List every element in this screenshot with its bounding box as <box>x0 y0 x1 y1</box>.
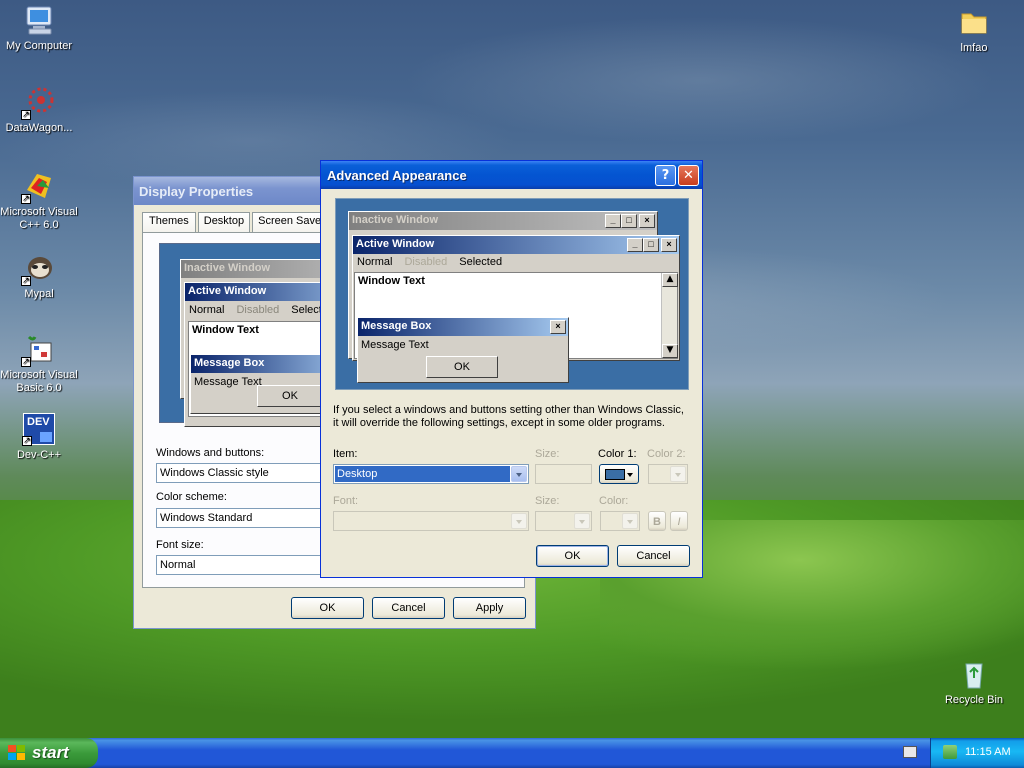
shortcut-arrow-icon <box>21 355 31 368</box>
desktop-icon-recycle-bin[interactable]: Recycle Bin <box>934 658 1014 707</box>
close-button[interactable]: ✕ <box>678 165 699 186</box>
scroll-down-icon: ▼ <box>662 344 678 358</box>
font-color-picker[interactable] <box>600 511 640 531</box>
color2-label: Color 2: <box>647 448 686 460</box>
datawagon-icon <box>21 86 55 121</box>
shortcut-arrow-icon <box>21 274 31 287</box>
tab-desktop[interactable]: Desktop <box>197 212 251 232</box>
preview-scrollbar: ▲ ▼ <box>661 273 678 358</box>
italic-button[interactable]: I <box>670 511 688 531</box>
windows-buttons-label: Windows and buttons: <box>156 447 265 459</box>
advanced-appearance-window: Advanced Appearance ? ✕ Inactive Window … <box>320 160 703 578</box>
desktop-icon-mypal[interactable]: Mypal <box>0 252 79 301</box>
minimize-icon: _ <box>627 238 643 252</box>
scroll-up-icon: ▲ <box>662 273 678 287</box>
font-select[interactable] <box>333 511 529 531</box>
help-button[interactable]: ? <box>655 165 676 186</box>
color2-picker-button[interactable] <box>648 464 688 484</box>
maximize-icon: □ <box>643 238 659 252</box>
visual-basic-icon <box>21 333 55 368</box>
system-tray: 11:15 AM <box>930 738 1024 768</box>
recycle-bin-icon <box>958 658 990 690</box>
chevron-down-icon <box>622 513 638 529</box>
minimize-icon: _ <box>605 214 621 228</box>
font-size-label: Font size: <box>156 539 204 551</box>
desktop-icon-devcpp[interactable]: DEV Dev-C++ <box>0 413 79 462</box>
shortcut-arrow-icon <box>21 192 31 205</box>
bold-button[interactable]: B <box>648 511 666 531</box>
network-icon[interactable] <box>943 745 957 759</box>
advanced-appearance-titlebar[interactable]: Advanced Appearance <box>321 161 702 189</box>
display-properties-tabs: Themes Desktop Screen Saver <box>142 212 331 232</box>
size-spinner[interactable] <box>535 464 592 484</box>
dp-ok-button[interactable]: OK <box>291 597 364 619</box>
appearance-preview-area: Inactive Window _ □ × Active Window _ □ … <box>335 198 689 390</box>
desktop-icon-lmfao-folder[interactable]: lmfao <box>934 6 1014 55</box>
clock[interactable]: 11:15 AM <box>965 746 1011 758</box>
close-icon: × <box>661 238 677 252</box>
folder-icon <box>958 6 990 38</box>
font-color-label: Color: <box>599 495 629 507</box>
start-button[interactable]: start <box>0 738 98 768</box>
color1-picker-button[interactable] <box>599 464 639 484</box>
dp-apply-button[interactable]: Apply <box>453 597 526 619</box>
dp-cancel-button[interactable]: Cancel <box>372 597 445 619</box>
tab-themes[interactable]: Themes <box>142 212 196 232</box>
close-icon: × <box>550 320 566 334</box>
desktop-icon-visual-basic[interactable]: Microsoft Visual Basic 6.0 <box>0 333 79 395</box>
shortcut-arrow-icon <box>21 108 31 121</box>
color1-label: Color 1: <box>598 448 637 460</box>
chevron-down-icon <box>511 513 527 529</box>
color-scheme-label: Color scheme: <box>156 491 227 503</box>
preview-message-box: Message Box × Message Text OK <box>357 317 569 383</box>
windows-flag-icon <box>8 745 26 761</box>
preview-menu-bar: Normal Disabled Selected <box>357 256 503 268</box>
devcpp-icon: DEV <box>22 413 55 447</box>
tab-screen-saver[interactable]: Screen Saver <box>252 212 331 232</box>
color-swatch <box>605 469 625 480</box>
aa-cancel-button[interactable]: Cancel <box>617 545 690 567</box>
chevron-down-icon <box>627 473 633 477</box>
font-label: Font: <box>333 495 359 507</box>
shortcut-arrow-icon <box>22 434 32 447</box>
chevron-down-icon <box>511 466 527 482</box>
desktop-icon-visual-cpp[interactable]: Microsoft Visual C++ 6.0 <box>0 170 79 232</box>
item-label: Item: <box>333 448 358 460</box>
info-text-line2: it will override the following settings,… <box>333 417 665 429</box>
desktop-icon-datawagon[interactable]: DataWagon... <box>0 86 79 135</box>
aa-ok-button[interactable]: OK <box>536 545 609 567</box>
size-label: Size: <box>535 448 560 460</box>
visual-cpp-icon <box>21 170 55 205</box>
keyboard-icon[interactable] <box>903 746 917 758</box>
close-icon: × <box>639 214 655 228</box>
font-size-label-adv: Size: <box>535 495 560 507</box>
desktop-icon-my-computer[interactable]: My Computer <box>0 4 79 53</box>
computer-icon <box>23 4 55 36</box>
info-text-line1: If you select a windows and buttons sett… <box>333 404 684 416</box>
chevron-down-icon <box>574 513 590 529</box>
maximize-icon: □ <box>621 214 637 228</box>
chevron-down-icon <box>670 466 686 482</box>
taskbar <box>0 738 1024 768</box>
font-size-select-adv[interactable] <box>535 511 592 531</box>
item-select[interactable]: Desktop <box>333 464 529 484</box>
mypal-icon <box>21 252 55 287</box>
